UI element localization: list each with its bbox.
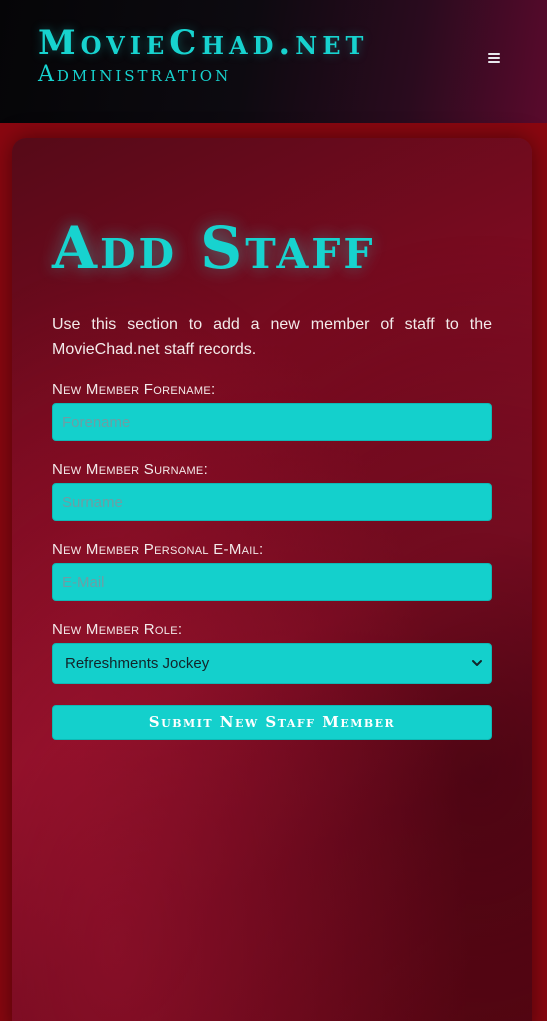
intro-text: Use this section to add a new member of … [52,316,492,358]
surname-input[interactable] [52,483,492,521]
site-subtitle: Administration [38,62,232,87]
role-label: New Member Role: [52,621,183,638]
submit-staff-button[interactable]: Submit New Staff Member [52,705,492,740]
site-header: MovieChad.net Administration [0,0,547,123]
email-input[interactable] [52,563,492,601]
surname-label: New Member Surname: [52,461,209,478]
forename-label: New Member Forename: [52,381,216,398]
hamburger-menu-icon[interactable] [486,51,502,65]
page-title: Add Staff [52,214,376,282]
forename-input[interactable] [52,403,492,441]
role-select-value: Refreshments Jockey [65,655,210,672]
site-title[interactable]: MovieChad.net [38,26,368,60]
email-label: New Member Personal E-Mail: [52,541,264,558]
role-select[interactable]: Refreshments Jockey [52,643,492,684]
chevron-down-icon [472,660,482,666]
